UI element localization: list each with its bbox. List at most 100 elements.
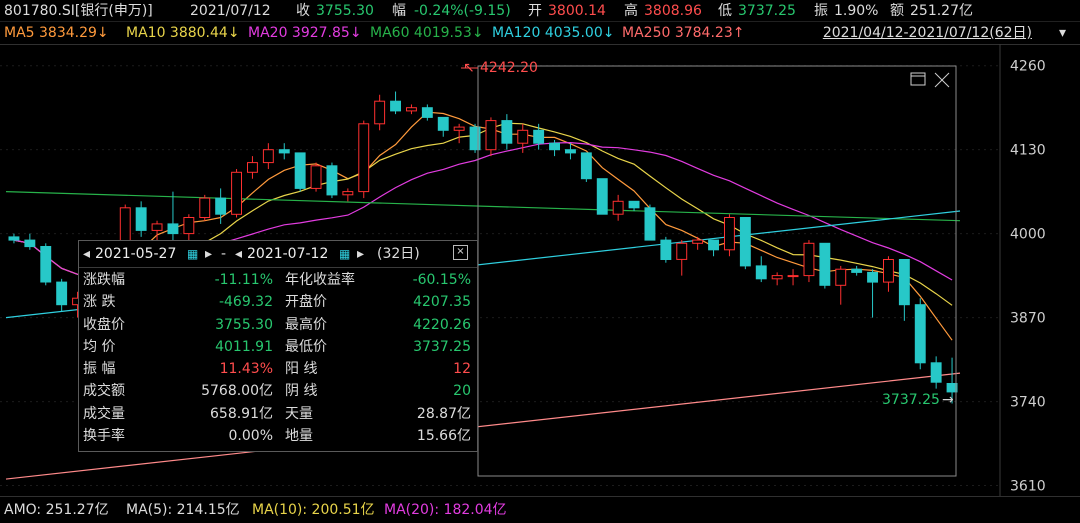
stat-label: 涨 跌 (83, 294, 116, 311)
candle (358, 120, 370, 199)
candle-body (485, 120, 497, 151)
interval-stats-panel: ◂ 2021-05-27 ▦ ▸ - ◂ 2021-07-12 ▦ ▸ (32日… (78, 240, 478, 452)
candle-body (294, 152, 306, 189)
stat-label: 收盘价 (83, 316, 125, 333)
chevron-down-icon[interactable]: ▾ (1059, 22, 1066, 44)
candle (278, 143, 290, 160)
candle (612, 194, 624, 221)
candle (708, 239, 719, 257)
candle-body (453, 126, 465, 131)
candle-body (883, 259, 894, 283)
open-label: 开 (528, 3, 542, 19)
next-end-icon[interactable]: ▸ (357, 241, 364, 267)
stats-row: 成交额 5768.00亿阴 线 20 (79, 380, 477, 402)
candle-body (739, 217, 751, 267)
y-tick-label: 3870 (1010, 311, 1046, 327)
candle-body (199, 197, 211, 219)
candle (803, 240, 815, 283)
candle-body (867, 271, 878, 283)
low-arrow-icon: → (942, 392, 954, 408)
candle-body (56, 281, 68, 306)
candle (596, 178, 608, 215)
close-icon[interactable] (934, 72, 950, 88)
candle (819, 242, 831, 289)
end-date[interactable]: 2021-07-12 (247, 241, 328, 267)
candle (24, 233, 36, 250)
candle (644, 204, 656, 241)
candle (421, 104, 433, 121)
candle-body (819, 242, 831, 286)
candle (56, 278, 68, 312)
stat-label: 最高价 (285, 316, 327, 333)
stat-value: 4011.91 (215, 338, 273, 355)
calendar-end-icon[interactable]: ▦ (339, 241, 350, 267)
stats-row: 换手率 0.00% 地量 15.66亿 (79, 425, 477, 447)
stat-label: 年化收益率 (285, 272, 355, 288)
change-value: -0.24%(-9.15) (414, 3, 511, 19)
stat-label: 最低价 (285, 338, 327, 355)
candle-body (8, 236, 20, 241)
candle-body (262, 149, 274, 164)
candle-body (676, 242, 688, 260)
candle (724, 214, 735, 257)
stats-row: 涨跌幅 -11.11% 年化收益率 -60.15% (79, 269, 477, 291)
quote-date: 2021/07/12 (190, 3, 271, 19)
high-label: 高 (624, 3, 638, 19)
stat-value: 658.91亿 (210, 405, 273, 422)
start-date[interactable]: 2021-05-27 (95, 241, 176, 267)
candle (390, 91, 402, 115)
candle-body (930, 362, 942, 383)
candle (660, 236, 672, 263)
candle (231, 169, 243, 218)
high-label: 4242.20 (480, 60, 538, 76)
stat-value: -469.32 (218, 294, 273, 311)
y-tick-label: 4130 (1010, 143, 1046, 159)
candle (342, 188, 354, 202)
stat-value: 12 (453, 361, 471, 378)
candle (135, 201, 147, 237)
candle-body (437, 116, 449, 131)
y-axis: 4260 4130 4000 3870 3740 3610 (999, 44, 1046, 496)
low-label: 3737.25 (882, 392, 940, 408)
candle (406, 104, 417, 115)
candle-body (580, 152, 592, 180)
candle-body (231, 171, 243, 215)
close-value: 3755.30 (316, 3, 374, 19)
high-arrow-icon: ↖ (463, 60, 475, 76)
candle (676, 240, 688, 276)
candle (453, 123, 465, 144)
candle-body (898, 259, 910, 306)
amount-value: 251.27亿 (910, 3, 973, 19)
stat-label: 阳 线 (285, 361, 318, 378)
security-code: 801780.SI[银行(申万)] (4, 3, 153, 19)
stat-label: 振 幅 (83, 361, 116, 378)
prev-icon[interactable]: ◂ (83, 241, 90, 267)
calendar-icon[interactable]: ▦ (187, 241, 198, 267)
candle (199, 194, 211, 221)
amount-label: 额 (890, 3, 904, 19)
stat-label: 阴 线 (285, 383, 318, 400)
stat-label: 开盘价 (285, 294, 327, 311)
candle-body (501, 120, 513, 144)
candle (883, 256, 894, 292)
candle-body (40, 246, 52, 283)
stat-value: -11.11% (214, 272, 273, 288)
candle-body (310, 165, 322, 189)
restore-icon[interactable] (910, 72, 926, 86)
candle-body (914, 304, 926, 364)
stat-value: 3737.25 (413, 338, 471, 355)
candle-body (771, 275, 783, 280)
stats-row: 收盘价 3755.30 最高价 4220.26 (79, 314, 477, 336)
candle-body (374, 100, 386, 125)
next-icon[interactable]: ▸ (205, 241, 212, 267)
candle (40, 243, 52, 286)
close-icon[interactable]: × (453, 245, 468, 260)
candle (835, 265, 847, 305)
candle-body (724, 217, 735, 251)
prev-end-icon[interactable]: ◂ (235, 241, 242, 267)
candle-body (278, 149, 290, 154)
period-selector[interactable]: 2021/04/12-2021/07/12(62日) (823, 22, 1032, 44)
candle-body (390, 100, 402, 112)
amo-ma5: MA(5): 214.15亿 (126, 502, 240, 518)
amount-indicator-bar: AMO: 251.27亿 MA(5): 214.15亿 MA(10): 200.… (0, 496, 1080, 523)
